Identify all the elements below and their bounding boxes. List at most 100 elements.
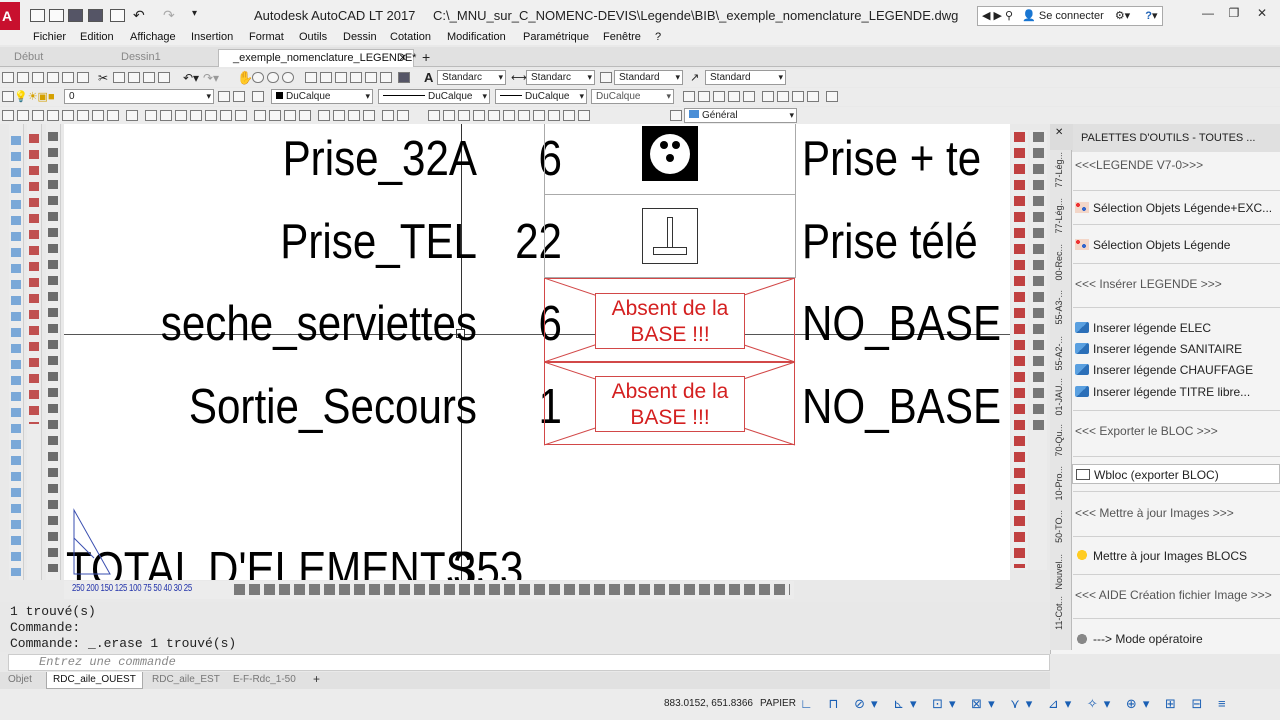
palette-title[interactable]: PALETTES D'OUTILS - TOUTES ...: [1073, 124, 1280, 152]
viewport-polygon-icon[interactable]: [17, 110, 29, 121]
app-logo[interactable]: A: [0, 2, 20, 30]
menu-outils[interactable]: Outils: [299, 30, 327, 45]
tab-exemple-nomenclature[interactable]: _exemple_nomenclature_LEGENDE* ✕: [218, 49, 416, 67]
sketchy-icon[interactable]: [563, 110, 575, 121]
redo-icon[interactable]: ↷: [163, 7, 175, 24]
sheet-set-icon[interactable]: [350, 72, 362, 83]
preview-icon[interactable]: [62, 72, 74, 83]
zoom-previous-icon[interactable]: [282, 72, 294, 83]
user-icon[interactable]: 👤: [1022, 10, 1036, 22]
palette-tool-mode-operatoire[interactable]: ---> Mode opératoire: [1072, 629, 1280, 649]
menu-fichier[interactable]: Fichier: [33, 30, 66, 45]
right-tool-icons-2[interactable]: [1033, 132, 1044, 432]
coordinates-readout[interactable]: 883.0152, 651.8366: [664, 698, 753, 709]
new-file-icon[interactable]: [30, 9, 45, 22]
print-icon[interactable]: [47, 72, 59, 83]
make-current-layer-icon[interactable]: [218, 91, 230, 102]
tab-rdc-aile-est[interactable]: RDC_aile_EST: [152, 672, 220, 689]
paper-space-toggle[interactable]: PAPIER: [760, 698, 796, 709]
tab-debut[interactable]: Début: [0, 49, 104, 67]
palette-tab[interactable]: 50-TO...: [1054, 510, 1068, 543]
visual-style-select[interactable]: Général: [684, 108, 797, 123]
attribute-manager-icon[interactable]: [397, 110, 409, 121]
ucs-world-icon[interactable]: [713, 91, 725, 102]
tab-e-f-rdc[interactable]: E-F-Rdc_1-50: [233, 672, 296, 689]
linetype-select[interactable]: DuCalque: [378, 89, 490, 104]
close-tab-icon[interactable]: ✕: [399, 50, 407, 67]
hide-icon[interactable]: [428, 110, 440, 121]
text-front-icon[interactable]: [205, 110, 217, 121]
view-top-icon[interactable]: [777, 91, 789, 102]
menu-edition[interactable]: Edition: [80, 30, 114, 45]
palette-tool-selection[interactable]: Sélection Objets Légende: [1072, 235, 1280, 255]
viewport-clip-icon[interactable]: [47, 110, 59, 121]
zoom-window-icon[interactable]: [267, 72, 279, 83]
new-tab-icon[interactable]: +: [422, 49, 430, 65]
dimension-tool-icons[interactable]: [48, 132, 58, 572]
draw-order-back-icon[interactable]: [160, 110, 172, 121]
conceptual-icon[interactable]: [503, 110, 515, 121]
draw-order-above-icon[interactable]: [175, 110, 187, 121]
palette-tab[interactable]: 77-Lég...: [1054, 152, 1068, 188]
named-views-icon[interactable]: [683, 91, 695, 102]
menu-affichage[interactable]: Affichage: [130, 30, 176, 45]
calculator-icon[interactable]: [380, 72, 392, 83]
drawing-canvas[interactable]: Prise_32A Prise_TEL seche_serviettes Sor…: [64, 124, 1010, 580]
hatch-back-icon[interactable]: [235, 110, 247, 121]
layout-icon[interactable]: [92, 110, 104, 121]
layer-state-icon[interactable]: [252, 91, 264, 102]
table-style-select[interactable]: Standard: [614, 70, 683, 85]
mleader-style-select[interactable]: Standard: [705, 70, 786, 85]
wireframe-icon[interactable]: [458, 110, 470, 121]
shaded-edges-icon[interactable]: [533, 110, 545, 121]
view-left-icon[interactable]: [792, 91, 804, 102]
layer-properties-icon[interactable]: [2, 91, 14, 102]
tab-model[interactable]: Objet: [8, 672, 32, 689]
pan-icon[interactable]: ✋: [237, 70, 253, 86]
inquiry-list-icon[interactable]: [348, 110, 360, 121]
shaded-icon[interactable]: [518, 110, 530, 121]
menu-dessin[interactable]: Dessin: [343, 30, 377, 45]
menu-help[interactable]: ?: [655, 30, 661, 45]
ucs-icon[interactable]: [698, 91, 710, 102]
publish-icon[interactable]: [77, 72, 89, 83]
ucs-origin-icon[interactable]: [743, 91, 755, 102]
help-icon[interactable]: ?: [1145, 10, 1152, 22]
view-front-icon[interactable]: [762, 91, 774, 102]
palette-tab[interactable]: Nouvel...: [1054, 554, 1068, 590]
palette-tab[interactable]: 55-A3-...: [1054, 290, 1068, 325]
group-icon[interactable]: [254, 110, 266, 121]
palette-tab[interactable]: 55-A2-...: [1054, 336, 1068, 371]
draw-order-front-icon[interactable]: [145, 110, 157, 121]
tab-dessin1[interactable]: Dessin1: [107, 49, 215, 67]
sign-in-link[interactable]: Se connecter: [1039, 10, 1104, 22]
palette-tab[interactable]: 00-Rec...: [1054, 244, 1068, 281]
menu-modification[interactable]: Modification: [447, 30, 506, 45]
markup-icon[interactable]: [365, 72, 377, 83]
group-edit-icon[interactable]: [284, 110, 296, 121]
layer-previous-icon[interactable]: [233, 91, 245, 102]
zoom-realtime-icon[interactable]: [252, 72, 264, 83]
open-icon[interactable]: [17, 72, 29, 83]
exchange-icon[interactable]: ⚙▾: [1115, 10, 1130, 22]
shades-gray-icon[interactable]: [548, 110, 560, 121]
palette-tool-insert-chauffage[interactable]: Inserer légende CHAUFFAGE: [1072, 360, 1280, 380]
layer-on-icon[interactable]: 💡☀▣■: [14, 90, 55, 103]
palette-tool-insert-titre[interactable]: Inserer légende TITRE libre...: [1072, 382, 1280, 402]
block-icon[interactable]: [126, 110, 138, 121]
view-iso-icon[interactable]: [826, 91, 838, 102]
menu-format[interactable]: Format: [249, 30, 284, 45]
qnew-icon[interactable]: [2, 72, 14, 83]
search-icon[interactable]: ◀ ▶ ⚲: [982, 10, 1013, 22]
maximize-icon[interactable]: ❐: [1222, 6, 1246, 22]
text-style-select[interactable]: Standarc: [437, 70, 506, 85]
ungroup-icon[interactable]: [269, 110, 281, 121]
properties-icon[interactable]: [305, 72, 317, 83]
hidden-icon[interactable]: [473, 110, 485, 121]
paste-icon[interactable]: [128, 72, 140, 83]
undo-icon[interactable]: ↶▾: [183, 71, 199, 85]
xray-icon[interactable]: [578, 110, 590, 121]
palette-tool-update-images[interactable]: Mettre à jour Images BLOCS: [1072, 546, 1280, 566]
draw-order-under-icon[interactable]: [190, 110, 202, 121]
copy-icon[interactable]: [113, 72, 125, 83]
